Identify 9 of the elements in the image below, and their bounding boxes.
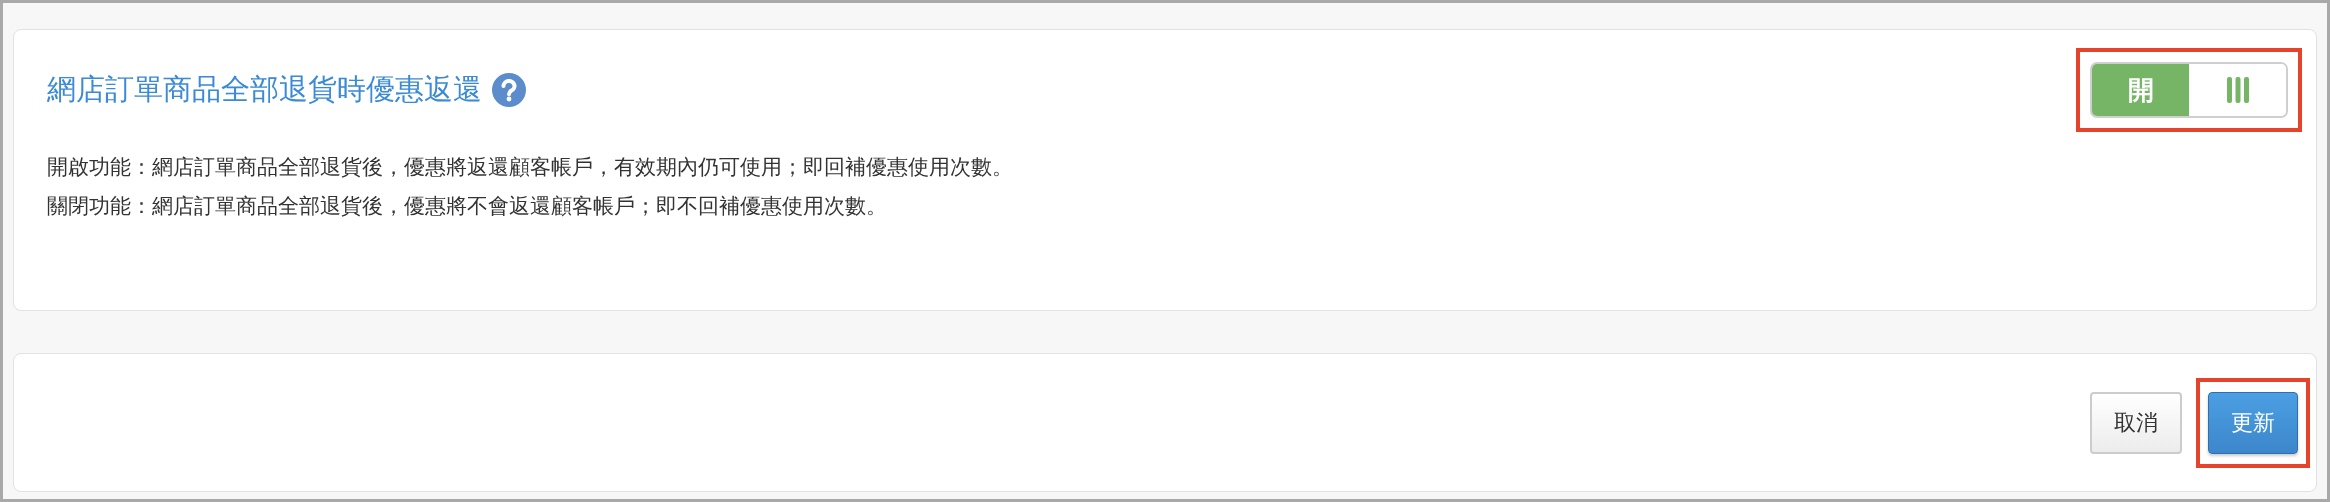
cancel-button[interactable]: 取消 — [2090, 391, 2182, 454]
toggle-switch[interactable]: 開 — [2090, 62, 2288, 118]
on-label: 開 — [2092, 64, 2189, 116]
description-text: 開啟功能：網店訂單商品全部退貨後，優惠將返還顧客帳戶，有效期內仍可使用；即回補優惠使用次數。 — [47, 154, 1014, 181]
update-button[interactable]: 更新 — [2208, 391, 2298, 454]
setting-title: 網店訂單商品全部退貨時優惠返還 — [47, 71, 482, 108]
help-icon[interactable] — [492, 73, 526, 107]
grip-icon — [2226, 77, 2249, 103]
description-text: 關閉功能：網店訂單商品全部退貨後，優惠將不會返還顧客帳戶；即不回補優惠使用次數。 — [47, 193, 888, 220]
